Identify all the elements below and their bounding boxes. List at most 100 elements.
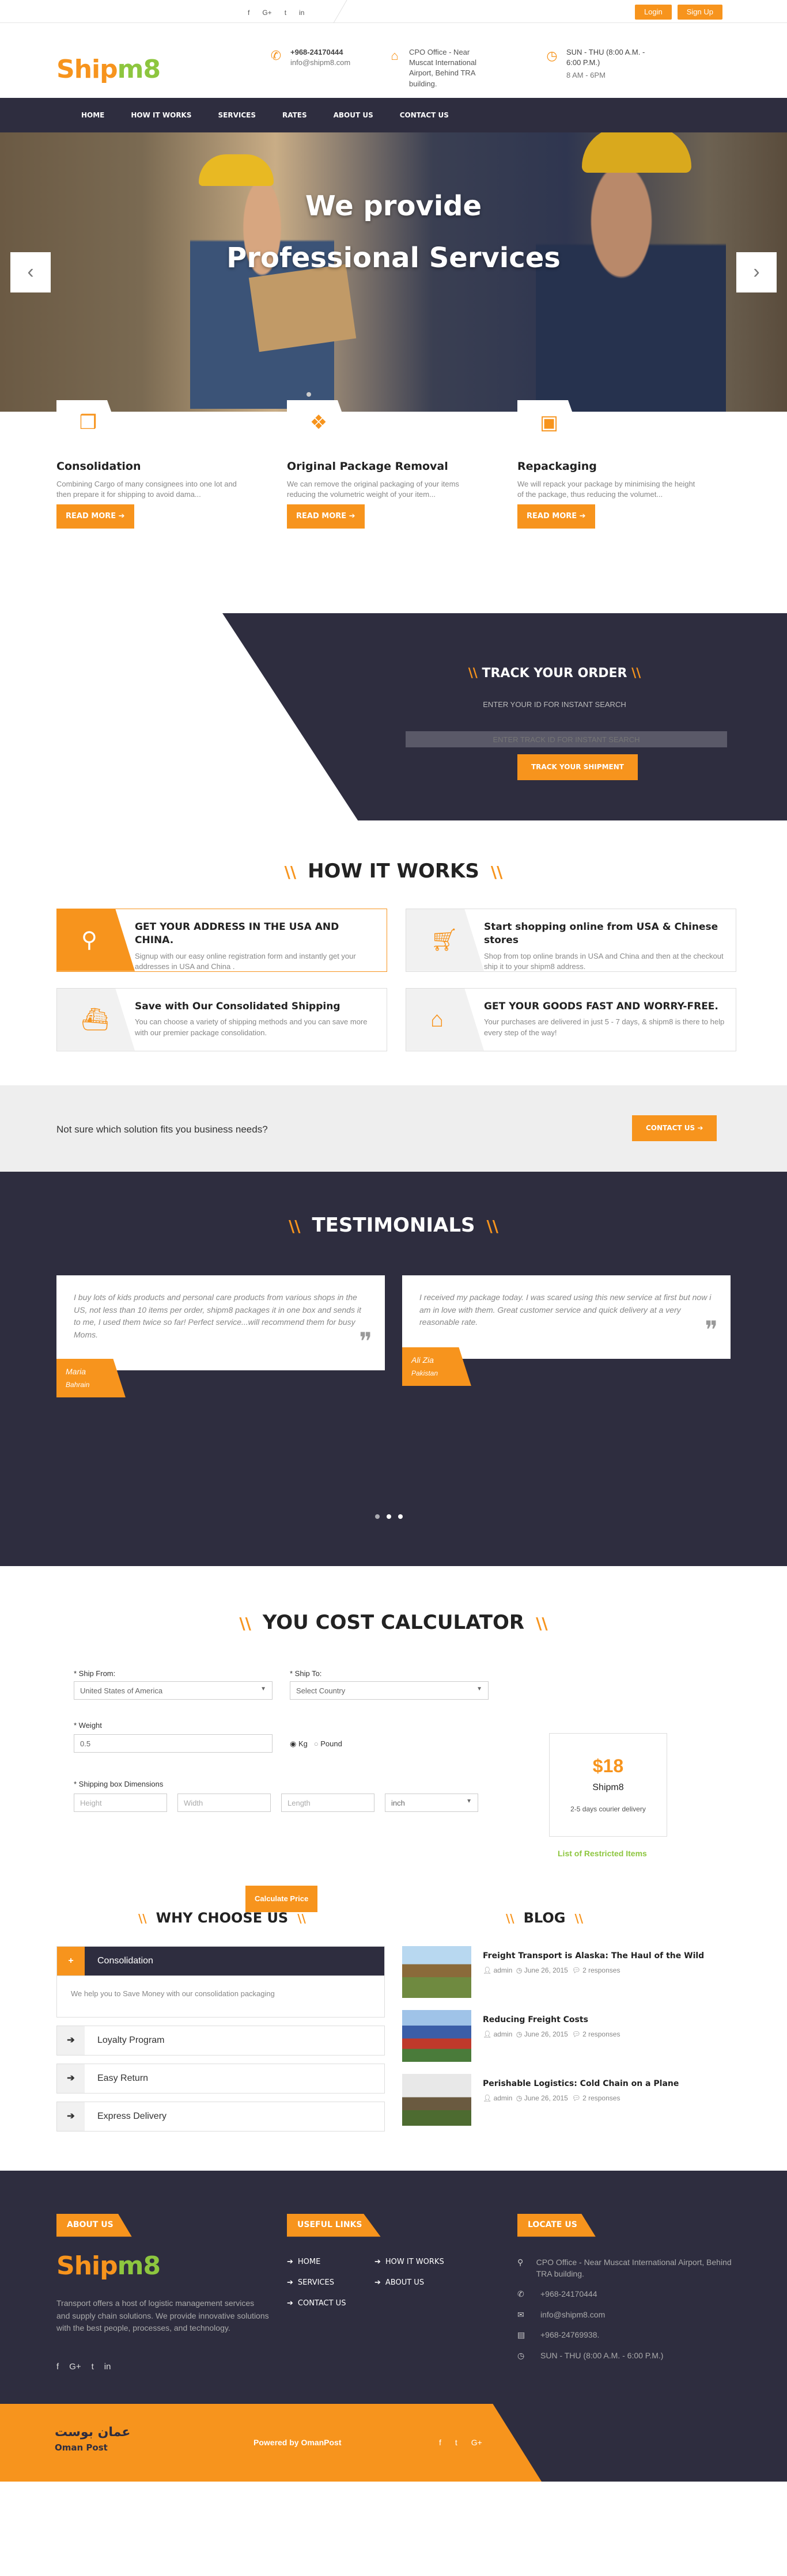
restricted-items-link[interactable]: List of Restricted Items (558, 1848, 647, 1860)
login-button[interactable]: Login (634, 5, 672, 20)
nav-home[interactable]: HOME (68, 98, 118, 133)
read-more-button[interactable]: READ MORE ➔ (517, 504, 595, 529)
quote-icon: ❞ (359, 1327, 372, 1355)
accordion-item[interactable]: ➔ Express Delivery (56, 2102, 385, 2132)
footer-links-col-2: ➔ HOW IT WORKS ➔ ABOUT US (374, 2257, 444, 2298)
track-id-input[interactable] (406, 731, 727, 747)
unit-select[interactable]: inch ▼ (385, 1794, 478, 1812)
services-section: ❒ Consolidation Combining Cargo of many … (0, 400, 787, 579)
nav-rates[interactable]: RATES (269, 98, 320, 133)
footer-link-about[interactable]: ➔ ABOUT US (374, 2278, 444, 2288)
testimonial-text: I received my package today. I was scare… (419, 1293, 712, 1327)
how-card[interactable]: 🛒︎ Start shopping online from USA & Chin… (406, 908, 736, 972)
google-plus-icon[interactable]: G+ (69, 2361, 81, 2373)
facebook-icon[interactable]: f (439, 2437, 441, 2449)
carousel-dot[interactable] (387, 1514, 391, 1519)
slider-prev-button[interactable]: ‹ (10, 252, 51, 292)
facebook-icon[interactable]: f (248, 8, 249, 18)
blog-post[interactable]: Reducing Freight Costs 👤︎ admin ◷ June 2… (402, 2010, 731, 2062)
track-background (222, 613, 787, 820)
dropbox-icon: ❖ (287, 400, 350, 436)
nav-how-it-works[interactable]: HOW IT WORKS (118, 98, 205, 133)
accordion-item[interactable]: ➔ Easy Return (56, 2064, 385, 2094)
cost-calculator-section: \\ YOU COST CALCULATOR \\ * Ship From: Uni… (0, 1566, 787, 1913)
footer-link-how-it-works[interactable]: ➔ HOW IT WORKS (374, 2257, 444, 2267)
gift-icon: ▣ (517, 400, 581, 436)
blog-post-title[interactable]: Reducing Freight Costs (483, 2015, 588, 2026)
ship-to-label: * Ship To: (290, 1669, 322, 1678)
track-shipment-button[interactable]: TRACK YOUR SHIPMENT (517, 754, 638, 780)
slider-dot[interactable] (307, 392, 311, 397)
home-icon: ⌂ (391, 48, 399, 63)
how-card[interactable]: ⌂ GET YOUR GOODS FAST AND WORRY-FREE. You… (406, 987, 736, 1051)
why-title: \\ WHY CHOOSE US \\ (138, 1910, 306, 1926)
nav-services[interactable]: SERVICES (205, 98, 269, 133)
header-phone: ✆ +968-24170444 info@shipm8.com (268, 47, 350, 68)
footer-link-home[interactable]: ➔ HOME (287, 2257, 346, 2267)
boxes-icon: ❒ (56, 400, 120, 436)
height-input[interactable]: Height (74, 1794, 167, 1812)
blog-post[interactable]: Freight Transport is Alaska: The Haul of… (402, 1946, 731, 1998)
pound-radio[interactable]: ○ (314, 1739, 319, 1748)
accordion-item[interactable]: ➔ Loyalty Program (56, 2026, 385, 2056)
how-card-text: Signup with our easy online registration… (135, 952, 356, 971)
clock-icon: ◷ (517, 2350, 525, 2360)
oman-post-logo[interactable]: عمان بوست Oman Post (55, 2424, 130, 2454)
twitter-icon[interactable]: t (455, 2437, 457, 2449)
blog-post[interactable]: Perishable Logistics: Cold Chain on a Pl… (402, 2074, 731, 2126)
accordion-item[interactable]: + Consolidation (56, 1946, 385, 1976)
service-title: Repackaging (517, 460, 597, 473)
twitter-icon[interactable]: t (92, 2361, 94, 2373)
facebook-icon[interactable]: f (56, 2361, 59, 2373)
linkedin-icon[interactable]: in (299, 8, 304, 18)
kg-radio[interactable]: ◉ (290, 1739, 296, 1748)
blog-post-title[interactable]: Perishable Logistics: Cold Chain on a Pl… (483, 2079, 679, 2090)
ship-from-select[interactable]: United States of America ▼ (74, 1681, 273, 1700)
blog-meta: 👤︎ admin ◷ June 26, 2015 💬︎ 2 responses (483, 2030, 620, 2038)
ship-icon: ⛴ (57, 988, 135, 1051)
footer-links-tag: USEFUL LINKS (287, 2214, 381, 2237)
how-card-text: Shop from top online brands in USA and C… (484, 952, 724, 971)
carousel-dots (375, 1514, 403, 1519)
cta-text: Not sure which solution fits you busines… (56, 1124, 268, 1135)
how-card[interactable]: ⚲ GET YOUR ADDRESS IN THE USA AND CHINA.… (56, 908, 387, 972)
read-more-button[interactable]: READ MORE ➔ (287, 504, 365, 529)
contact-us-button[interactable]: CONTACT US ➔ (632, 1115, 717, 1141)
linkedin-icon[interactable]: in (104, 2361, 111, 2373)
phone-icon: ✆ (517, 2289, 524, 2299)
blog-thumbnail[interactable] (402, 1946, 471, 1998)
powered-by-text: Powered by OmanPost (253, 2438, 342, 2447)
blog-thumbnail[interactable] (402, 2074, 471, 2126)
testimonial-text: I buy lots of kids products and personal… (74, 1293, 361, 1340)
width-input[interactable]: Width (177, 1794, 271, 1812)
nav-about-us[interactable]: ABOUT US (320, 98, 387, 133)
envelope-icon: ✉ (517, 2309, 524, 2319)
twitter-icon[interactable]: t (285, 8, 286, 18)
bottom-bar: عمان بوست Oman Post Powered by OmanPost f… (0, 2404, 787, 2482)
how-card-title: Start shopping online from USA & Chinese… (484, 921, 718, 947)
blog-thumbnail[interactable] (402, 2010, 471, 2062)
blog-post-title[interactable]: Freight Transport is Alaska: The Haul of… (483, 1951, 704, 1962)
footer-link-contact[interactable]: ➔ CONTACT US (287, 2298, 346, 2309)
testimonial-card: I received my package today. I was scare… (402, 1275, 731, 1386)
carousel-dot[interactable] (375, 1514, 380, 1519)
footer-logo[interactable]: Shipm8 (56, 2248, 161, 2284)
service-text: Combining Cargo of many consignees into … (56, 479, 237, 499)
nav-contact-us[interactable]: CONTACT US (387, 98, 462, 133)
google-plus-icon[interactable]: G+ (471, 2437, 482, 2449)
service-text: We can remove the original packaging of … (287, 479, 459, 499)
length-input[interactable]: Length (281, 1794, 374, 1812)
fax-icon: ▤ (517, 2330, 525, 2340)
how-card[interactable]: ⛴ Save with Our Consolidated Shipping You… (56, 987, 387, 1051)
read-more-button[interactable]: READ MORE ➔ (56, 504, 134, 529)
logo[interactable]: Shipm8 (56, 52, 161, 88)
quote-icon: ❞ (705, 1316, 718, 1343)
ship-to-select[interactable]: Select Country ▼ (290, 1681, 489, 1700)
weight-input[interactable]: 0.5 (74, 1734, 273, 1753)
signup-button[interactable]: Sign Up (677, 5, 722, 20)
section-title: \\ YOU COST CALCULATOR \\ (239, 1611, 548, 1634)
carousel-dot[interactable] (398, 1514, 403, 1519)
footer-link-services[interactable]: ➔ SERVICES (287, 2278, 346, 2288)
slider-next-button[interactable]: › (736, 252, 777, 292)
google-plus-icon[interactable]: G+ (262, 8, 271, 18)
